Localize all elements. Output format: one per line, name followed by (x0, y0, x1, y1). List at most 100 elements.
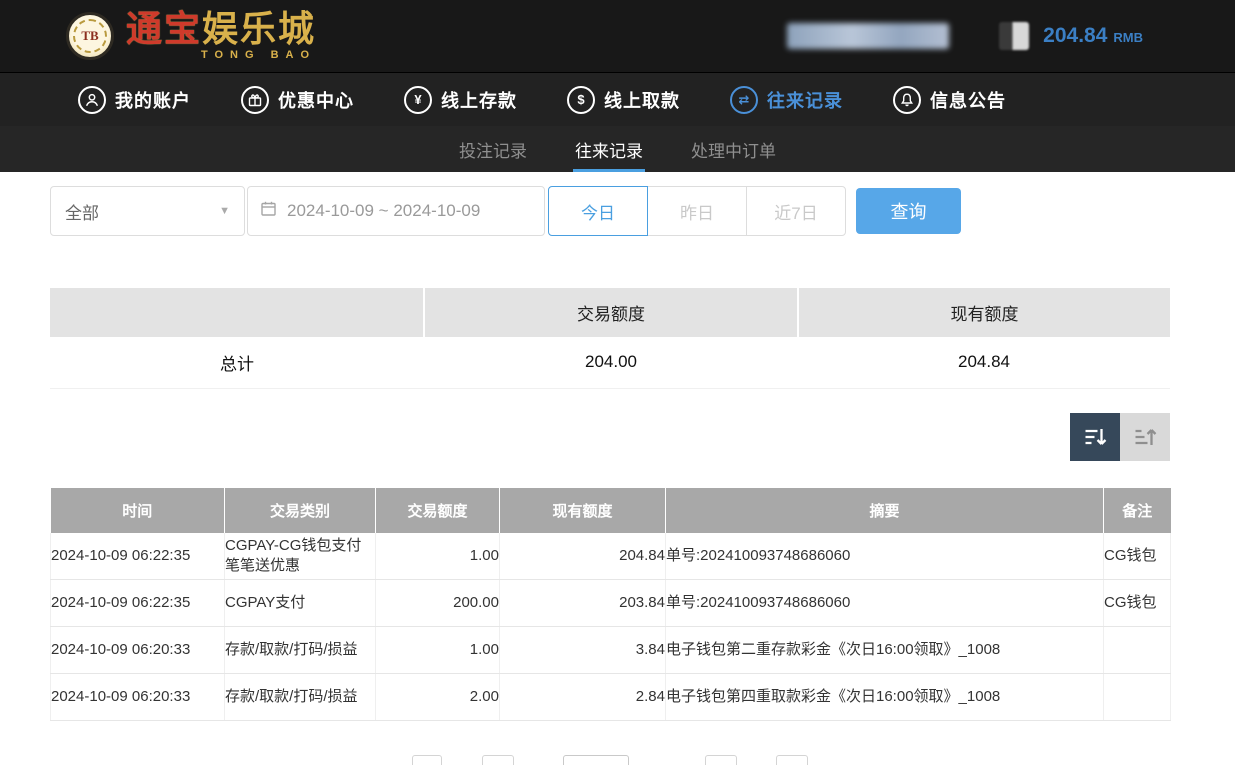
user-icon (78, 86, 106, 114)
table-row: 2024-10-09 06:22:35 CGPAY-CG钱包支付笔笔送优惠 1.… (51, 533, 1171, 580)
sort-descending-button[interactable] (1070, 413, 1120, 461)
quick-button-today[interactable]: 今日 (548, 186, 648, 236)
logo[interactable]: TB 通宝 娱乐城 TONG BAO (66, 11, 316, 61)
withdraw-coin-icon: $ (567, 86, 595, 114)
cell-amount: 200.00 (376, 580, 500, 627)
cell-amount: 1.00 (376, 533, 500, 580)
quick-filter-group: 今日 昨日 近7日 (548, 186, 846, 236)
cell-remark: CG钱包 (1104, 533, 1171, 580)
cell-amount: 2.00 (376, 674, 500, 721)
type-select-value: 全部 (65, 199, 99, 224)
quick-button-yesterday[interactable]: 昨日 (647, 186, 747, 236)
header-right: 204.84 RMB (787, 22, 1143, 50)
summary-total-current: 204.84 (798, 337, 1170, 388)
page: TB 通宝 娱乐城 TONG BAO 204.84 RMB (0, 0, 1235, 765)
cell-balance: 204.84 (500, 533, 666, 580)
nav-item-my-account[interactable]: 我的账户 (78, 86, 191, 114)
main-nav: 我的账户 优惠中心 ¥ 线上存款 $ 线上取款 ⇄ 往来记录 信息公告 (0, 72, 1235, 126)
nav-item-label: 往来记录 (767, 87, 843, 113)
summary-col-transaction: 交易额度 (424, 288, 798, 337)
cell-time: 2024-10-09 06:22:35 (51, 533, 225, 580)
cell-type: 存款/取款/打码/损益 (225, 674, 376, 721)
pagination-button[interactable] (776, 755, 808, 765)
nav-item-label: 优惠中心 (278, 87, 354, 113)
summary-total-label: 总计 (50, 337, 424, 388)
col-summary: 摘要 (666, 488, 1104, 533)
balance-currency: RMB (1113, 30, 1143, 45)
search-button[interactable]: 查询 (856, 188, 961, 234)
username-redacted (787, 23, 949, 49)
col-amount: 交易额度 (376, 488, 500, 533)
col-balance: 现有额度 (500, 488, 666, 533)
date-range-input[interactable]: 2024-10-09 ~ 2024-10-09 (247, 186, 545, 236)
chevron-down-icon: ▼ (219, 205, 230, 217)
pagination-button[interactable] (412, 755, 442, 765)
logo-subtitle: TONG BAO (201, 50, 316, 61)
date-range-value: 2024-10-09 ~ 2024-10-09 (287, 201, 480, 221)
logo-title-red: 通宝 (126, 11, 202, 47)
cell-remark: CG钱包 (1104, 580, 1171, 627)
gift-icon (241, 86, 269, 114)
cell-summary: 电子钱包第二重存款彩金《次日16:00领取》_1008 (666, 627, 1104, 674)
col-remark: 备注 (1104, 488, 1171, 533)
filter-row: 全部 ▼ 2024-10-09 ~ 2024-10-09 今日 昨日 近7日 查… (50, 186, 1235, 236)
cell-time: 2024-10-09 06:20:33 (51, 627, 225, 674)
summary-table: 交易额度 现有额度 总计 204.00 204.84 (50, 288, 1170, 389)
tab-betting-records[interactable]: 投注记录 (457, 126, 529, 172)
bell-icon (893, 86, 921, 114)
calendar-icon (260, 200, 277, 222)
sort-bar (50, 413, 1170, 461)
deposit-coin-icon: ¥ (404, 86, 432, 114)
logo-chip-text: TB (81, 28, 98, 44)
cell-amount: 1.00 (376, 627, 500, 674)
transactions-icon: ⇄ (730, 86, 758, 114)
cell-type: CGPAY-CG钱包支付笔笔送优惠 (225, 533, 376, 580)
cell-remark (1104, 674, 1171, 721)
summary-total-transaction: 204.00 (424, 337, 798, 388)
pagination-page-input[interactable] (563, 755, 629, 765)
cell-summary: 单号:202410093748686060 (666, 580, 1104, 627)
table-row: 2024-10-09 06:20:33 存款/取款/打码/损益 1.00 3.8… (51, 627, 1171, 674)
col-time: 时间 (51, 488, 225, 533)
nav-item-transactions[interactable]: ⇄ 往来记录 (730, 86, 843, 114)
cell-balance: 2.84 (500, 674, 666, 721)
logo-title-gold: 娱乐城 (202, 11, 316, 47)
type-select[interactable]: 全部 ▼ (50, 186, 245, 236)
logo-text: 通宝 娱乐城 TONG BAO (126, 11, 316, 61)
nav-item-label: 线上存款 (441, 87, 517, 113)
table-row: 2024-10-09 06:20:33 存款/取款/打码/损益 2.00 2.8… (51, 674, 1171, 721)
nav-item-label: 线上取款 (604, 87, 680, 113)
cell-summary: 电子钱包第四重取款彩金《次日16:00领取》_1008 (666, 674, 1104, 721)
table-row: 2024-10-09 06:22:35 CGPAY支付 200.00 203.8… (51, 580, 1171, 627)
nav-item-announcements[interactable]: 信息公告 (893, 86, 1006, 114)
logo-chip-icon: TB (66, 12, 114, 60)
cell-remark (1104, 627, 1171, 674)
cell-balance: 3.84 (500, 627, 666, 674)
top-header: TB 通宝 娱乐城 TONG BAO 204.84 RMB (0, 0, 1235, 72)
summary-col-empty (50, 288, 424, 337)
nav-item-label: 信息公告 (930, 87, 1006, 113)
nav-item-withdraw[interactable]: $ 线上取款 (567, 86, 680, 114)
cell-time: 2024-10-09 06:20:33 (51, 674, 225, 721)
summary-col-current: 现有额度 (798, 288, 1170, 337)
wallet-icon (999, 22, 1029, 50)
cell-summary: 单号:202410093748686060 (666, 533, 1104, 580)
transactions-table: 时间 交易类别 交易额度 现有额度 摘要 备注 2024-10-09 06:22… (50, 488, 1171, 722)
nav-item-label: 我的账户 (115, 87, 191, 113)
balance: 204.84 RMB (1043, 24, 1143, 48)
summary-total-row: 总计 204.00 204.84 (50, 337, 1170, 388)
sub-nav: 投注记录 往来记录 处理中订单 (0, 126, 1235, 172)
nav-item-deposit[interactable]: ¥ 线上存款 (404, 86, 517, 114)
sort-ascending-button[interactable] (1120, 413, 1170, 461)
cell-type: 存款/取款/打码/损益 (225, 627, 376, 674)
balance-amount: 204.84 (1043, 24, 1107, 48)
tab-transaction-records[interactable]: 往来记录 (573, 126, 645, 172)
nav-item-promotions[interactable]: 优惠中心 (241, 86, 354, 114)
pagination-button[interactable] (705, 755, 737, 765)
pagination-button[interactable] (482, 755, 514, 765)
cell-type: CGPAY支付 (225, 580, 376, 627)
tab-pending-orders[interactable]: 处理中订单 (689, 126, 778, 172)
cell-time: 2024-10-09 06:22:35 (51, 580, 225, 627)
quick-button-last7days[interactable]: 近7日 (746, 186, 846, 236)
col-type: 交易类别 (225, 488, 376, 533)
